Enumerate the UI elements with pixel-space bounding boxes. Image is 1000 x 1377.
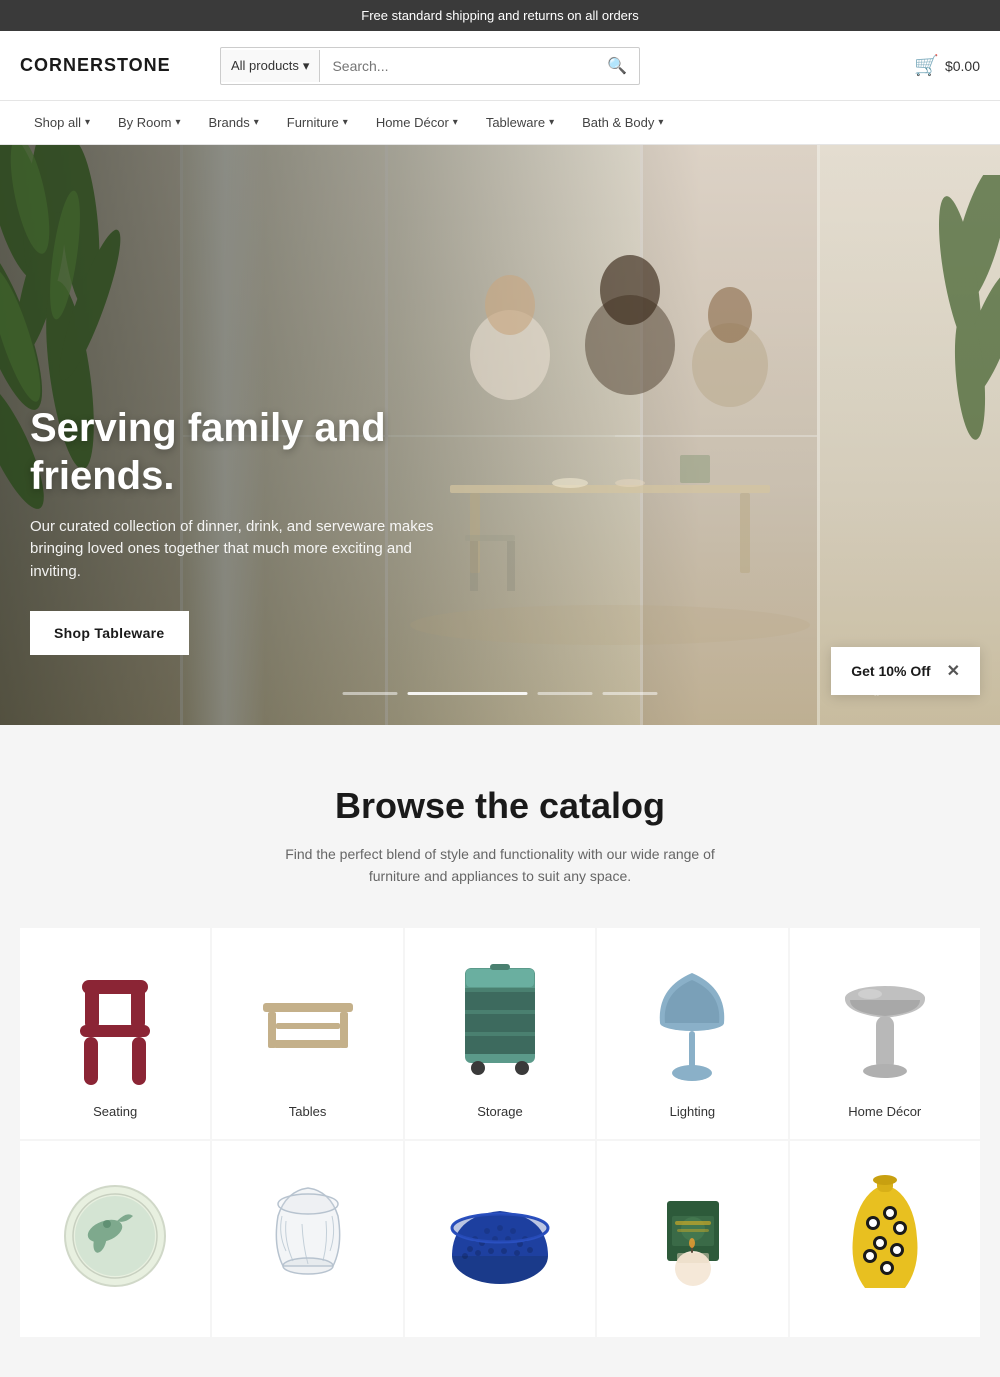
chevron-down-icon: ▾ [343,117,348,128]
product-card-bowl[interactable] [405,1141,595,1337]
product-image-bowl [440,1171,560,1301]
product-card-plate[interactable] [20,1141,210,1337]
product-card-tables[interactable]: Tables [212,928,402,1139]
product-image-lighting [632,958,752,1088]
announcement-text: Free standard shipping and returns on al… [361,8,639,23]
storage-svg [450,958,550,1088]
logo[interactable]: CORNERSTONE [20,55,200,76]
carousel-dot-1[interactable] [343,692,398,695]
main-nav: Shop all ▾ By Room ▾ Brands ▾ Furniture … [0,101,1000,145]
product-card-vase[interactable] [790,1141,980,1337]
search-icon: 🔍 [607,58,627,75]
search-category-dropdown[interactable]: All products ▾ [221,50,320,82]
chevron-down-icon: ▾ [254,117,259,128]
cart-icon: 🛒 [914,53,939,78]
nav-item-shopall[interactable]: Shop all ▾ [20,101,104,145]
nav-item-homedecor[interactable]: Home Décor ▾ [362,101,472,145]
catalog-title: Browse the catalog [20,785,980,827]
hero-section: Serving family and friends. Our curated … [0,145,1000,725]
search-button[interactable]: 🔍 [595,48,639,84]
product-image-candle [632,1171,752,1301]
product-grid-row2 [20,1141,980,1337]
plate-svg [55,1176,175,1296]
catalog-section: Browse the catalog Find the perfect blen… [0,725,1000,1377]
search-bar: All products ▾ 🔍 [220,47,640,85]
nav-item-byroom[interactable]: By Room ▾ [104,101,195,145]
product-image-storage [440,958,560,1088]
catalog-subtitle: Find the perfect blend of style and func… [280,843,720,888]
carousel-dot-4[interactable] [603,692,658,695]
product-label-tables: Tables [289,1104,327,1119]
product-card-seating[interactable]: Seating [20,928,210,1139]
hero-content: Serving family and friends. Our curated … [0,404,520,656]
hero-title: Serving family and friends. [30,404,490,500]
glass-svg [258,1176,358,1296]
product-image-homedecor [825,958,945,1088]
product-card-storage[interactable]: Storage [405,928,595,1139]
nav-item-bathandbody[interactable]: Bath & Body ▾ [568,101,677,145]
lighting-svg [647,958,737,1088]
seating-svg [60,960,170,1085]
search-category-label: All products [231,58,299,73]
chevron-down-icon: ▾ [658,117,663,128]
nav-item-furniture[interactable]: Furniture ▾ [273,101,362,145]
hero-subtitle: Our curated collection of dinner, drink,… [30,516,450,584]
plant-right-svg [860,175,1000,675]
product-label-storage: Storage [477,1104,523,1119]
chevron-down-icon: ▾ [303,58,310,74]
carousel-dots [343,692,658,695]
product-label-homedecor: Home Décor [848,1104,921,1119]
vase-svg [835,1168,935,1303]
chevron-down-icon: ▾ [549,117,554,128]
product-image-plate [55,1171,175,1301]
candle-svg [637,1171,747,1301]
product-label-lighting: Lighting [670,1104,716,1119]
bowl-svg [440,1181,560,1291]
search-input[interactable] [320,50,595,82]
hero-cta-button[interactable]: Shop Tableware [30,611,189,655]
product-image-seating [55,958,175,1088]
product-label-seating: Seating [93,1104,137,1119]
carousel-dot-2[interactable] [408,692,528,695]
product-image-vase [825,1171,945,1301]
cart-button[interactable]: 🛒 $0.00 [914,53,980,78]
chevron-down-icon: ▾ [175,117,180,128]
product-grid-row1: Seating [20,928,980,1139]
carousel-dot-3[interactable] [538,692,593,695]
chevron-down-icon: ▾ [453,117,458,128]
tables-svg [248,968,368,1078]
announcement-bar: Free standard shipping and returns on al… [0,0,1000,31]
product-card-candle[interactable] [597,1141,787,1337]
product-image-tables [248,958,368,1088]
product-image-glass [248,1171,368,1301]
product-card-homedecor[interactable]: Home Décor [790,928,980,1139]
product-card-lighting[interactable]: Lighting [597,928,787,1139]
nav-item-tableware[interactable]: Tableware ▾ [472,101,568,145]
header: CORNERSTONE All products ▾ 🔍 🛒 $0.00 [0,31,1000,101]
cart-price: $0.00 [945,58,980,74]
product-card-glass[interactable] [212,1141,402,1337]
promo-popup: Get 10% Off ✕ [831,647,980,695]
promo-label: Get 10% Off [851,663,930,679]
chevron-down-icon: ▾ [85,117,90,128]
homedecor-svg [830,958,940,1088]
promo-close-button[interactable]: ✕ [947,661,960,681]
nav-item-brands[interactable]: Brands ▾ [195,101,273,145]
